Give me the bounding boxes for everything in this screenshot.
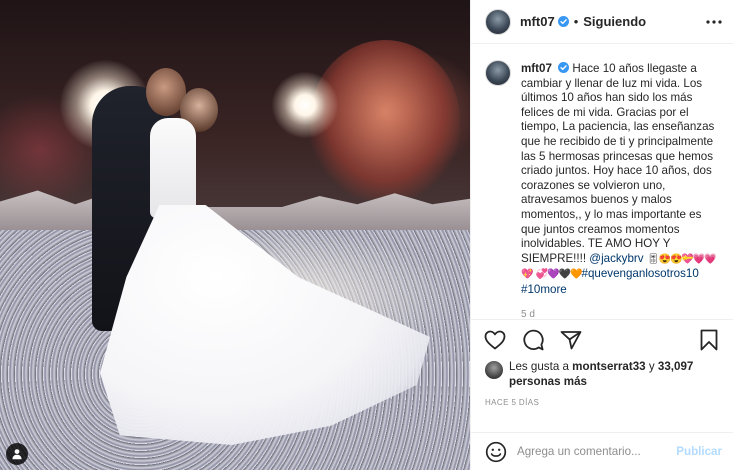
- tagged-user-button[interactable]: [6, 443, 28, 465]
- separator-dot: •: [573, 14, 579, 29]
- comment-input[interactable]: [517, 445, 677, 458]
- post-header: mft07 • Siguiendo: [471, 0, 733, 44]
- post-photo[interactable]: [0, 0, 470, 470]
- likes-middle: y: [645, 360, 658, 373]
- post-side-panel: mft07 • Siguiendo mft07 Hace 10 años lle…: [470, 0, 733, 470]
- avatar[interactable]: [485, 361, 503, 379]
- caption-hashtag-link[interactable]: #quevenganlosotros10: [582, 267, 699, 280]
- verified-badge-icon: [558, 62, 570, 73]
- verified-badge-icon: [557, 16, 569, 27]
- caption-time-ago[interactable]: 5 d: [521, 309, 721, 320]
- heart-icon: [484, 330, 506, 350]
- caption-text: Hace 10 años llegaste a cambiar y llenar…: [521, 62, 715, 265]
- photo-bride: [150, 118, 196, 218]
- photo-stage-light: [272, 72, 338, 138]
- emoji-icon: [485, 441, 507, 462]
- post-date[interactable]: Hace 5 días: [471, 389, 733, 407]
- likes-prefix: Les gusta a: [509, 360, 573, 373]
- comment-icon: [523, 329, 544, 351]
- publish-button[interactable]: Publicar: [676, 445, 722, 458]
- avatar[interactable]: [485, 60, 511, 86]
- header-username[interactable]: mft07: [520, 14, 555, 29]
- comments-section[interactable]: mft07 Hace 10 años llegaste a cambiar y …: [471, 44, 733, 320]
- liker-username[interactable]: montserrat33: [572, 360, 645, 373]
- more-options-button[interactable]: [705, 13, 723, 31]
- comment-button[interactable]: [521, 328, 545, 352]
- caption-hashtag-link[interactable]: #10more: [521, 283, 567, 296]
- caption-row: mft07 Hace 10 años llegaste a cambiar y …: [485, 60, 721, 298]
- likes-summary: Les gusta a montserrat33 y 33,097 person…: [471, 360, 733, 389]
- likes-text: Les gusta a montserrat33 y 33,097 person…: [509, 360, 719, 389]
- bookmark-icon: [700, 329, 718, 351]
- caption-mention-link[interactable]: @jackybrv: [589, 252, 643, 265]
- caption-emojis: 💞💜🖤🧡: [535, 269, 583, 281]
- more-horizontal-icon: [706, 19, 722, 24]
- user-icon: [12, 449, 22, 460]
- like-button[interactable]: [483, 328, 507, 352]
- save-button[interactable]: [697, 328, 721, 352]
- following-button[interactable]: Siguiendo: [583, 14, 646, 29]
- add-comment-bar: Publicar: [471, 432, 733, 470]
- share-button[interactable]: [559, 328, 583, 352]
- emoji-button[interactable]: [485, 441, 507, 463]
- post-actions: [471, 320, 733, 360]
- avatar[interactable]: [485, 8, 511, 35]
- caption-username[interactable]: mft07: [521, 62, 552, 75]
- post-caption: mft07 Hace 10 años llegaste a cambiar y …: [521, 62, 721, 298]
- paper-plane-icon: [560, 331, 582, 350]
